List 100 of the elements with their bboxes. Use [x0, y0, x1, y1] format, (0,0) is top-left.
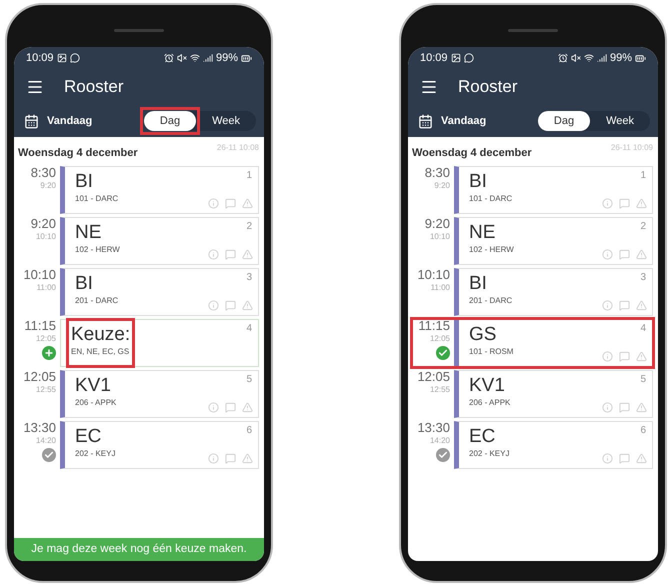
clock: 10:09	[420, 52, 448, 64]
lesson-number: 3	[246, 272, 252, 283]
end-time: 12:55	[430, 384, 450, 395]
alarm-icon	[164, 53, 174, 63]
calendar-icon	[418, 114, 433, 128]
lesson-card[interactable]: NE 102 - HERW 2	[60, 217, 259, 265]
start-time: 9:20	[424, 217, 450, 231]
menu-icon[interactable]	[26, 78, 44, 96]
end-time: 9:20	[40, 180, 56, 191]
end-time: 10:10	[430, 231, 450, 242]
info-icon	[208, 402, 219, 413]
end-time: 9:20	[434, 180, 450, 191]
start-time: 11:15	[418, 319, 450, 333]
lesson-number: 2	[640, 221, 646, 232]
start-time: 8:30	[424, 166, 450, 180]
start-time: 13:30	[23, 421, 56, 435]
end-time: 14:20	[36, 435, 56, 446]
battery-level: 99%	[216, 52, 238, 64]
lesson-number: 2	[246, 221, 252, 232]
menu-icon[interactable]	[420, 78, 438, 96]
warning-icon	[242, 300, 253, 311]
start-time: 8:30	[30, 166, 56, 180]
lesson-card[interactable]: NE 102 - HERW 2	[454, 217, 653, 265]
updated-time: 26-11 10:08	[216, 143, 259, 152]
lesson-detail: 206 - APPK	[469, 398, 510, 407]
lesson-subject: Keuze:	[71, 323, 130, 347]
calendar-icon	[24, 114, 39, 128]
lesson-number: 5	[640, 374, 646, 385]
warning-icon	[636, 300, 647, 311]
lesson-subject: BI	[469, 272, 488, 296]
warning-icon	[636, 351, 647, 362]
chat-icon	[619, 453, 630, 464]
view-tab[interactable]: Week	[590, 111, 650, 131]
lesson-subject: KV1	[469, 374, 506, 398]
info-icon	[602, 198, 613, 209]
warning-icon	[242, 249, 253, 260]
screen-title: Rooster	[458, 77, 518, 97]
lesson-subject: BI	[75, 272, 94, 296]
lesson-detail: 102 - HERW	[469, 245, 514, 254]
battery-level: 99%	[610, 52, 632, 64]
lesson-card[interactable]: EC 202 - KEYJ 6	[454, 421, 653, 469]
lesson-number: 1	[640, 170, 646, 181]
lesson-card[interactable]: KV1 206 - APPK 5	[454, 370, 653, 418]
chat-icon	[619, 300, 630, 311]
chat-icon	[225, 453, 236, 464]
mute-icon	[176, 53, 187, 63]
clock: 10:09	[26, 52, 54, 64]
warning-icon	[242, 198, 253, 209]
info-icon	[208, 198, 219, 209]
info-banner: Je mag deze week nog één keuze maken.	[14, 538, 264, 561]
wifi-icon	[190, 53, 200, 63]
lesson-card[interactable]: BI 201 - DARC 3	[60, 268, 259, 316]
warning-icon	[636, 249, 647, 260]
start-time: 10:10	[23, 268, 56, 282]
choice-card[interactable]: Keuze: EN, NE, EC, GS 4	[60, 319, 259, 367]
info-icon	[602, 300, 613, 311]
lesson-subject: BI	[469, 170, 488, 194]
end-time: 12:55	[36, 384, 56, 395]
start-time: 12:05	[417, 370, 450, 384]
speaker-grille	[508, 28, 558, 32]
view-tab[interactable]: Dag	[144, 111, 196, 131]
chat-icon	[464, 53, 474, 63]
end-time: 14:20	[430, 435, 450, 446]
lesson-detail: 101 - DARC	[75, 194, 118, 203]
lesson-detail: 201 - DARC	[75, 296, 118, 305]
start-time: 9:20	[30, 217, 56, 231]
lesson-card[interactable]: EC 202 - KEYJ 6	[60, 421, 259, 469]
speaker-grille	[114, 28, 164, 32]
lesson-subject: EC	[75, 425, 102, 449]
alarm-icon	[558, 53, 568, 63]
chat-icon	[225, 300, 236, 311]
lesson-card[interactable]: BI 201 - DARC 3	[454, 268, 653, 316]
today-button[interactable]: Vandaag	[418, 114, 486, 128]
lesson-detail: EN, NE, EC, GS	[71, 347, 130, 356]
chat-icon	[225, 402, 236, 413]
chat-icon	[619, 351, 630, 362]
chat-icon	[619, 249, 630, 260]
lesson-card[interactable]: BI 101 - DARC 1	[454, 166, 653, 214]
lesson-card[interactable]: BI 101 - DARC 1	[60, 166, 259, 214]
lesson-card[interactable]: KV1 206 - APPK 5	[60, 370, 259, 418]
date-heading: Woensdag 4 december	[18, 147, 138, 159]
lesson-number: 4	[640, 323, 646, 334]
chat-icon	[619, 198, 630, 209]
info-icon	[208, 249, 219, 260]
view-tab[interactable]: Dag	[538, 111, 590, 131]
signal-icon	[596, 53, 607, 63]
lesson-number: 1	[246, 170, 252, 181]
lesson-number: 5	[246, 374, 252, 385]
info-icon	[208, 453, 219, 464]
start-time: 10:10	[417, 268, 450, 282]
chat-icon	[619, 402, 630, 413]
info-icon	[602, 402, 613, 413]
chat-icon	[225, 249, 236, 260]
lesson-subject: GS	[469, 323, 498, 347]
today-button[interactable]: Vandaag	[24, 114, 92, 128]
info-icon	[208, 300, 219, 311]
date-heading: Woensdag 4 december	[412, 147, 532, 159]
view-tab[interactable]: Week	[196, 111, 256, 131]
end-time: 11:00	[430, 282, 450, 293]
lesson-detail: 202 - KEYJ	[75, 449, 116, 458]
